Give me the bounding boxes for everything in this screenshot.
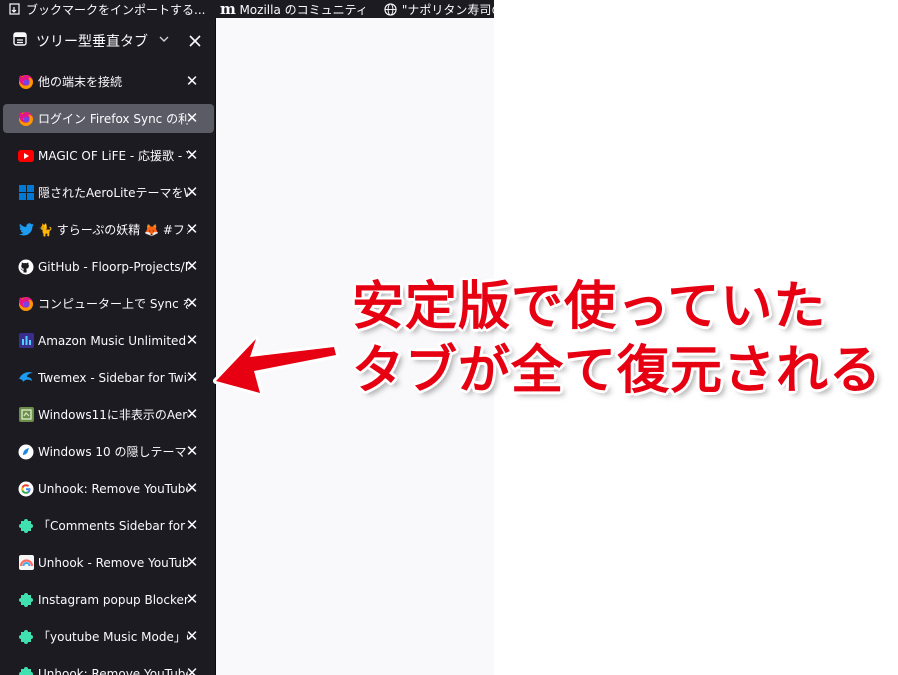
tab-item[interactable]: 他の端末を接続 ✕ xyxy=(3,67,214,96)
annotation-line-2: タブが全て復元される xyxy=(352,341,883,401)
puzzle-icon xyxy=(18,592,34,608)
close-tab-icon[interactable]: ✕ xyxy=(184,405,200,423)
tree-style-tab-sidebar: ツリー型垂直タブ 他の端末を接続 ✕ ログイン Firefox Sync の利用… xyxy=(0,18,215,675)
tab-label: Unhook: Remove YouTube R xyxy=(38,666,188,675)
tab-item[interactable]: コンピューター上で Sync をセット ✕ xyxy=(3,289,214,318)
youtube-icon xyxy=(18,148,34,164)
close-tab-icon[interactable]: ✕ xyxy=(184,257,200,275)
mozilla-icon: m xyxy=(220,0,236,18)
close-sidebar-button[interactable] xyxy=(185,31,205,51)
bookmark-naporitan[interactable]: "ナポリタン寿司のPC日... xyxy=(376,0,494,18)
tab-item[interactable]: Unhook - Remove YouTube R ✕ xyxy=(3,548,214,577)
annotation-line-1: 安定版で使っていた xyxy=(352,277,827,337)
tab-item[interactable]: Unhook: Remove YouTube R ✕ xyxy=(3,659,214,675)
puzzle-icon xyxy=(18,629,34,645)
bookmark-import[interactable]: ブックマークをインポートする... xyxy=(0,0,213,18)
tab-label: コンピューター上で Sync をセット xyxy=(38,297,188,311)
bookmark-label: "ナポリタン寿司のPC日... xyxy=(401,2,494,17)
bookmark-label: ブックマークをインポートする... xyxy=(26,2,206,17)
tab-label: Amazon Music Unlimited - A xyxy=(38,333,188,348)
sidebar-title: ツリー型垂直タブ xyxy=(36,33,148,50)
tab-item[interactable]: MAGIC OF LiFE - 応援歌 - You ✕ xyxy=(3,141,214,170)
tab-label: Windows 10 の隠しテーマ「Aer xyxy=(38,445,188,459)
tab-label: 隠されたAeroLiteテーマをWind xyxy=(38,186,188,200)
tab-label: Unhook - Remove YouTube R xyxy=(38,555,188,570)
tab-label: Twemex - Sidebar for Twitter xyxy=(38,370,188,385)
tab-label: ログイン Firefox Sync の利用を xyxy=(38,112,188,126)
tab-label: GitHub - Floorp-Projects/Mi xyxy=(38,259,188,274)
bookmark-mozilla[interactable]: m Mozilla のコミュニティ xyxy=(213,0,375,18)
close-tab-icon[interactable]: ✕ xyxy=(184,627,200,645)
firefox-icon xyxy=(18,74,34,90)
close-tab-icon[interactable]: ✕ xyxy=(184,479,200,497)
close-tab-icon[interactable]: ✕ xyxy=(184,516,200,534)
tab-item[interactable]: 隠されたAeroLiteテーマをWind ✕ xyxy=(3,178,214,207)
tab-item[interactable]: 🐈 すらーぷの妖精 🦊 #フォロバ ✕ xyxy=(3,215,214,244)
close-tab-icon[interactable]: ✕ xyxy=(184,109,200,127)
tab-item[interactable]: Twemex - Sidebar for Twitter ✕ xyxy=(3,363,214,392)
tab-item[interactable]: Amazon Music Unlimited - A ✕ xyxy=(3,326,214,355)
firefox-icon xyxy=(18,111,34,127)
puzzle-icon xyxy=(18,666,34,675)
close-tab-icon[interactable]: ✕ xyxy=(184,590,200,608)
import-icon xyxy=(8,3,21,16)
windows-icon xyxy=(18,185,34,201)
tab-label: Windows11に非表示のAeroL xyxy=(38,408,188,422)
tab-label: Instagram popup Blocker – xyxy=(38,592,188,607)
tab-item[interactable]: Instagram popup Blocker – ✕ xyxy=(3,585,214,614)
github-icon xyxy=(18,259,34,275)
tab-item[interactable]: Windows 10 の隠しテーマ「Aer ✕ xyxy=(3,437,214,466)
close-tab-icon[interactable]: ✕ xyxy=(184,664,200,675)
twitter-icon xyxy=(18,222,34,238)
close-tab-icon[interactable]: ✕ xyxy=(184,183,200,201)
tab-item[interactable]: 「youtube Music Mode」の検 ✕ xyxy=(3,622,214,651)
firefox-icon xyxy=(18,296,34,312)
tab-item-selected[interactable]: ログイン Firefox Sync の利用を ✕ xyxy=(3,104,214,133)
close-tab-icon[interactable]: ✕ xyxy=(184,553,200,571)
tab-item[interactable]: GitHub - Floorp-Projects/Mi ✕ xyxy=(3,252,214,281)
close-tab-icon[interactable]: ✕ xyxy=(184,220,200,238)
annotation-text: 安定版で使っていた タブが全て復元される xyxy=(352,275,892,403)
twemex-icon xyxy=(18,370,34,386)
unhook-icon xyxy=(18,555,34,571)
annotation-arrow-icon xyxy=(213,336,339,396)
close-icon xyxy=(189,34,201,47)
tab-item[interactable]: 「Comments Sidebar for You ✕ xyxy=(3,511,214,540)
tab-label: 🐈 すらーぷの妖精 🦊 #フォロバ xyxy=(38,223,188,237)
close-tab-icon[interactable]: ✕ xyxy=(184,146,200,164)
close-tab-icon[interactable]: ✕ xyxy=(184,72,200,90)
tab-label: 他の端末を接続 xyxy=(38,75,123,89)
google-icon xyxy=(18,481,34,497)
windows10-icon xyxy=(18,444,34,460)
chevron-down-icon xyxy=(159,35,169,46)
tab-item[interactable]: Windows11に非表示のAeroL ✕ xyxy=(3,400,214,429)
sidebar-icon xyxy=(13,31,27,50)
tab-label: 「Comments Sidebar for You xyxy=(38,519,188,533)
close-tab-icon[interactable]: ✕ xyxy=(184,294,200,312)
tab-label: 「youtube Music Mode」の検 xyxy=(38,630,188,644)
amazon-music-icon xyxy=(18,333,34,349)
bookmark-label: Mozilla のコミュニティ xyxy=(239,2,368,17)
close-tab-icon[interactable]: ✕ xyxy=(184,368,200,386)
puzzle-icon xyxy=(18,518,34,534)
tab-item[interactable]: Unhook: Remove YouTube R ✕ xyxy=(3,474,214,503)
site-icon xyxy=(18,407,34,423)
close-tab-icon[interactable]: ✕ xyxy=(184,442,200,460)
sidebar-switcher[interactable]: ツリー型垂直タブ xyxy=(13,31,185,51)
tab-label: Unhook: Remove YouTube R xyxy=(38,481,188,496)
tab-label: MAGIC OF LiFE - 応援歌 - You xyxy=(38,149,188,163)
close-tab-icon[interactable]: ✕ xyxy=(184,331,200,349)
globe-icon xyxy=(384,2,397,16)
bookmarks-toolbar: ブックマークをインポートする... m Mozilla のコミュニティ "ナポリ… xyxy=(0,0,494,18)
sidebar-header: ツリー型垂直タブ xyxy=(0,18,215,63)
